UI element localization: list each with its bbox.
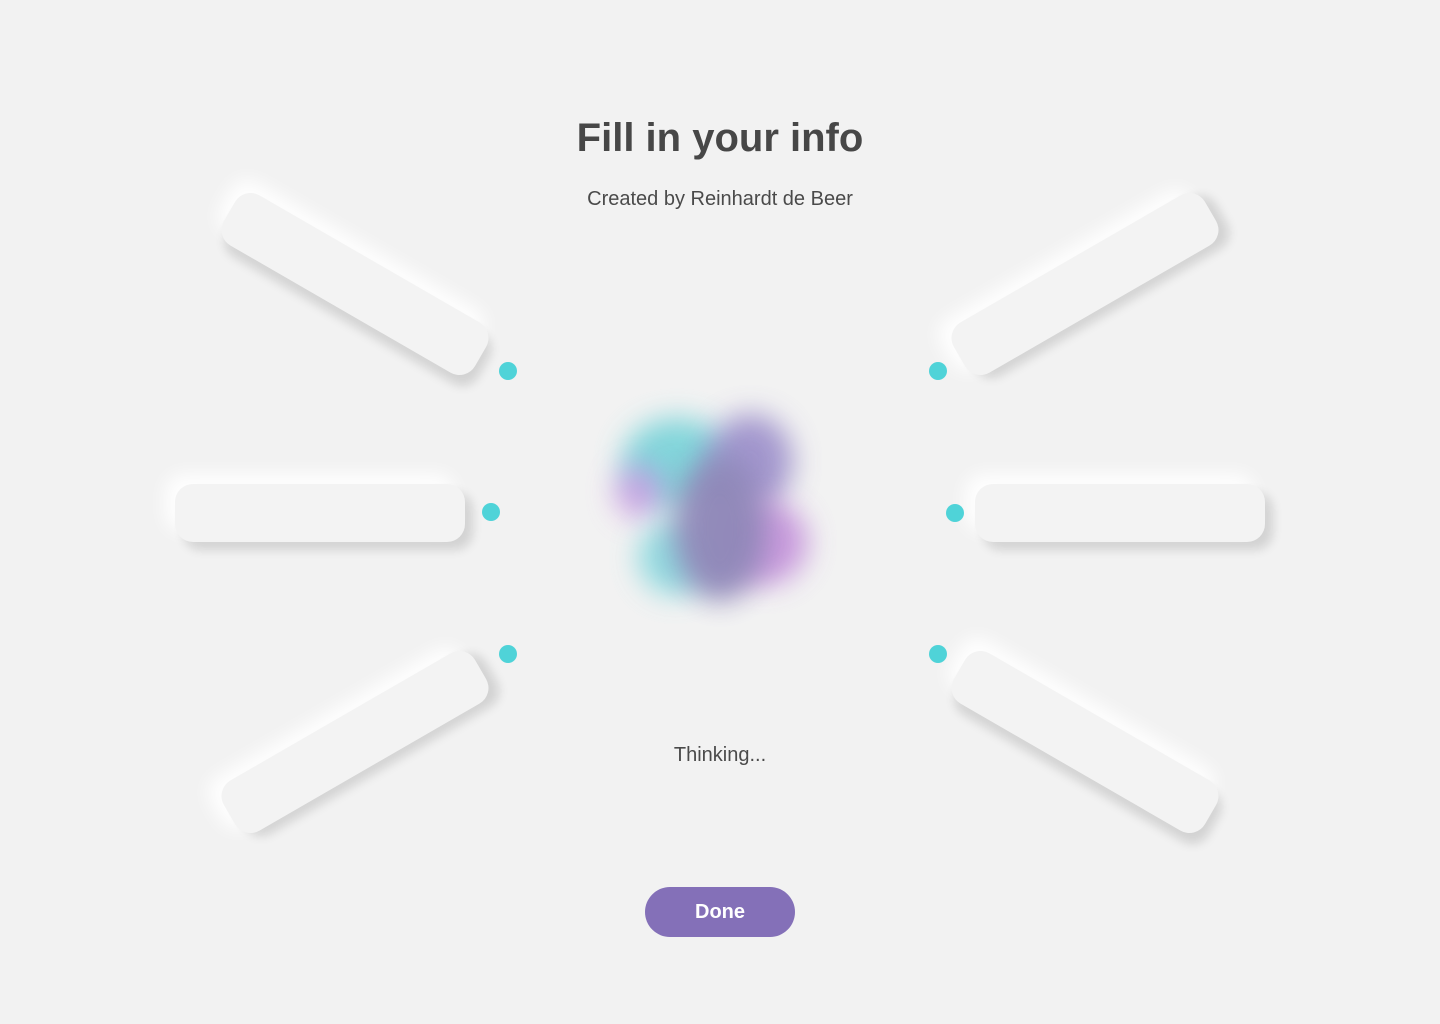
info-field-top-left[interactable] xyxy=(214,186,496,382)
thinking-status-text: Thinking... xyxy=(673,744,767,766)
page-subtitle: Created by Reinhardt de Beer xyxy=(587,188,853,210)
connector-dot-top-left xyxy=(499,362,517,380)
done-button[interactable]: Done xyxy=(645,887,795,937)
page-title: Fill in your info xyxy=(576,116,864,160)
ai-thinking-blob-icon xyxy=(600,400,820,620)
connector-dot-top-right xyxy=(929,362,947,380)
info-field-middle-right[interactable] xyxy=(975,484,1265,542)
info-field-bottom-left[interactable] xyxy=(214,644,496,840)
info-field-bottom-right[interactable] xyxy=(944,644,1226,840)
blob-core-shape xyxy=(674,456,766,601)
info-field-top-right[interactable] xyxy=(944,186,1226,382)
connector-dot-middle-left xyxy=(482,503,500,521)
connector-dot-bottom-left xyxy=(499,645,517,663)
connector-dot-middle-right xyxy=(946,504,964,522)
info-field-middle-left[interactable] xyxy=(175,484,465,542)
connector-dot-bottom-right xyxy=(929,645,947,663)
blob-pink-left-shape xyxy=(614,464,664,519)
